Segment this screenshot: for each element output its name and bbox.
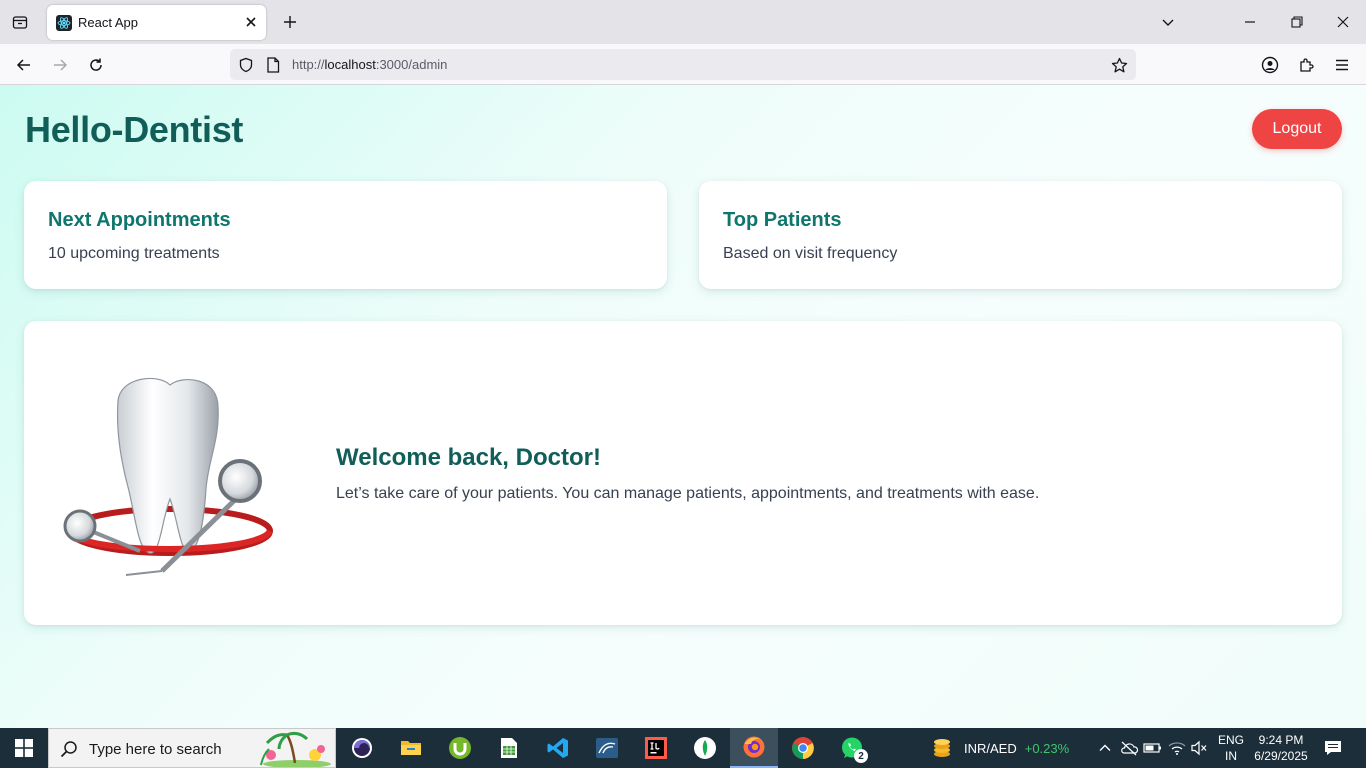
file-explorer-icon[interactable] <box>387 728 435 768</box>
firefox-icon[interactable] <box>730 728 778 768</box>
windows-taskbar: Type here to search 2 INR/AED +0.23% ENG… <box>0 728 1366 768</box>
top-patients-card[interactable]: Top Patients Based on visit frequency <box>699 181 1342 289</box>
restore-icon[interactable] <box>1285 10 1309 34</box>
battery-icon[interactable] <box>1143 738 1163 758</box>
browser-nav-bar: http://localhost:3000/admin <box>0 44 1366 85</box>
reload-icon[interactable] <box>84 53 108 77</box>
notification-center-icon[interactable] <box>1322 738 1344 758</box>
clock-date: 6/29/2025 <box>1254 749 1308 763</box>
volume-muted-icon[interactable] <box>1189 738 1209 758</box>
card-subtitle: Based on visit frequency <box>723 245 898 262</box>
chrome-icon[interactable] <box>779 728 827 768</box>
language-region: IN <box>1225 749 1237 763</box>
ticker-pair: INR/AED <box>964 740 1017 756</box>
currency-ticker[interactable]: INR/AED +0.23% <box>930 728 1069 768</box>
close-tab-icon[interactable] <box>242 13 260 31</box>
welcome-card: Welcome back, Doctor! Let’s take care of… <box>24 321 1342 625</box>
minimize-icon[interactable] <box>1238 10 1262 34</box>
close-window-icon[interactable] <box>1331 10 1355 34</box>
search-placeholder: Type here to search <box>89 741 222 758</box>
whatsapp-unread-badge: 2 <box>854 749 868 763</box>
extensions-icon[interactable] <box>1294 53 1318 77</box>
onedrive-offline-icon[interactable] <box>1119 738 1139 758</box>
next-appointments-card[interactable]: Next Appointments 10 upcoming treatments <box>24 181 667 289</box>
tracking-protection-shield-icon[interactable] <box>237 56 255 74</box>
new-tab-icon[interactable] <box>280 12 300 32</box>
url-text[interactable]: http://localhost:3000/admin <box>292 57 447 72</box>
tab-react-app[interactable]: React App <box>47 5 266 40</box>
mysql-workbench-icon[interactable] <box>583 728 631 768</box>
mongodb-compass-icon[interactable] <box>681 728 729 768</box>
welcome-text: Let’s take care of your patients. You ca… <box>336 485 1040 502</box>
ticker-change: +0.23% <box>1024 740 1070 756</box>
address-bar[interactable]: http://localhost:3000/admin <box>230 49 1136 80</box>
windows-start-icon[interactable] <box>0 728 48 768</box>
admin-page: Hello-Dentist Logout Next Appointments 1… <box>0 85 1366 728</box>
forward-icon[interactable] <box>48 53 72 77</box>
search-highlight-image <box>257 731 331 768</box>
browser-tab-bar: React App <box>0 0 1366 44</box>
url-path: :3000/admin <box>375 57 448 72</box>
page-info-icon[interactable] <box>264 56 282 74</box>
show-hidden-icons-chevron-icon[interactable] <box>1095 738 1115 758</box>
wifi-icon[interactable] <box>1167 738 1187 758</box>
react-icon <box>56 14 72 31</box>
tab-title: React App <box>78 15 138 30</box>
clock-time: 9:24 PM <box>1258 733 1304 747</box>
list-all-tabs-icon[interactable] <box>8 10 32 34</box>
utorrent-icon[interactable] <box>436 728 484 768</box>
whatsapp-icon[interactable]: 2 <box>828 728 876 768</box>
spreadsheet-icon[interactable] <box>485 728 533 768</box>
taskbar-clock[interactable]: 9:24 PM 6/29/2025 <box>1252 732 1310 764</box>
menu-hamburger-icon[interactable] <box>1330 53 1354 77</box>
bookmark-star-icon[interactable] <box>1109 55 1129 75</box>
logout-button[interactable]: Logout <box>1252 109 1342 149</box>
card-subtitle: 10 upcoming treatments <box>48 245 220 262</box>
eclipse-icon[interactable] <box>338 728 386 768</box>
card-title: Next Appointments <box>48 209 231 231</box>
vscode-icon[interactable] <box>534 728 582 768</box>
coins-icon <box>930 736 954 760</box>
tab-overflow-chevron-icon[interactable] <box>1156 10 1180 34</box>
welcome-title: Welcome back, Doctor! <box>336 444 601 471</box>
search-icon <box>59 739 79 759</box>
taskbar-search-box[interactable]: Type here to search <box>48 728 336 768</box>
card-title: Top Patients <box>723 209 842 231</box>
intellij-icon[interactable] <box>632 728 680 768</box>
back-icon[interactable] <box>12 53 36 77</box>
url-host: localhost <box>324 57 376 72</box>
language-code: ENG <box>1217 733 1244 747</box>
url-scheme: http:// <box>292 57 325 72</box>
tooth-dental-tools-image <box>58 369 278 589</box>
app-title: Hello-Dentist <box>25 109 244 150</box>
account-icon[interactable] <box>1258 53 1282 77</box>
input-language-indicator[interactable]: ENG IN <box>1216 732 1246 764</box>
